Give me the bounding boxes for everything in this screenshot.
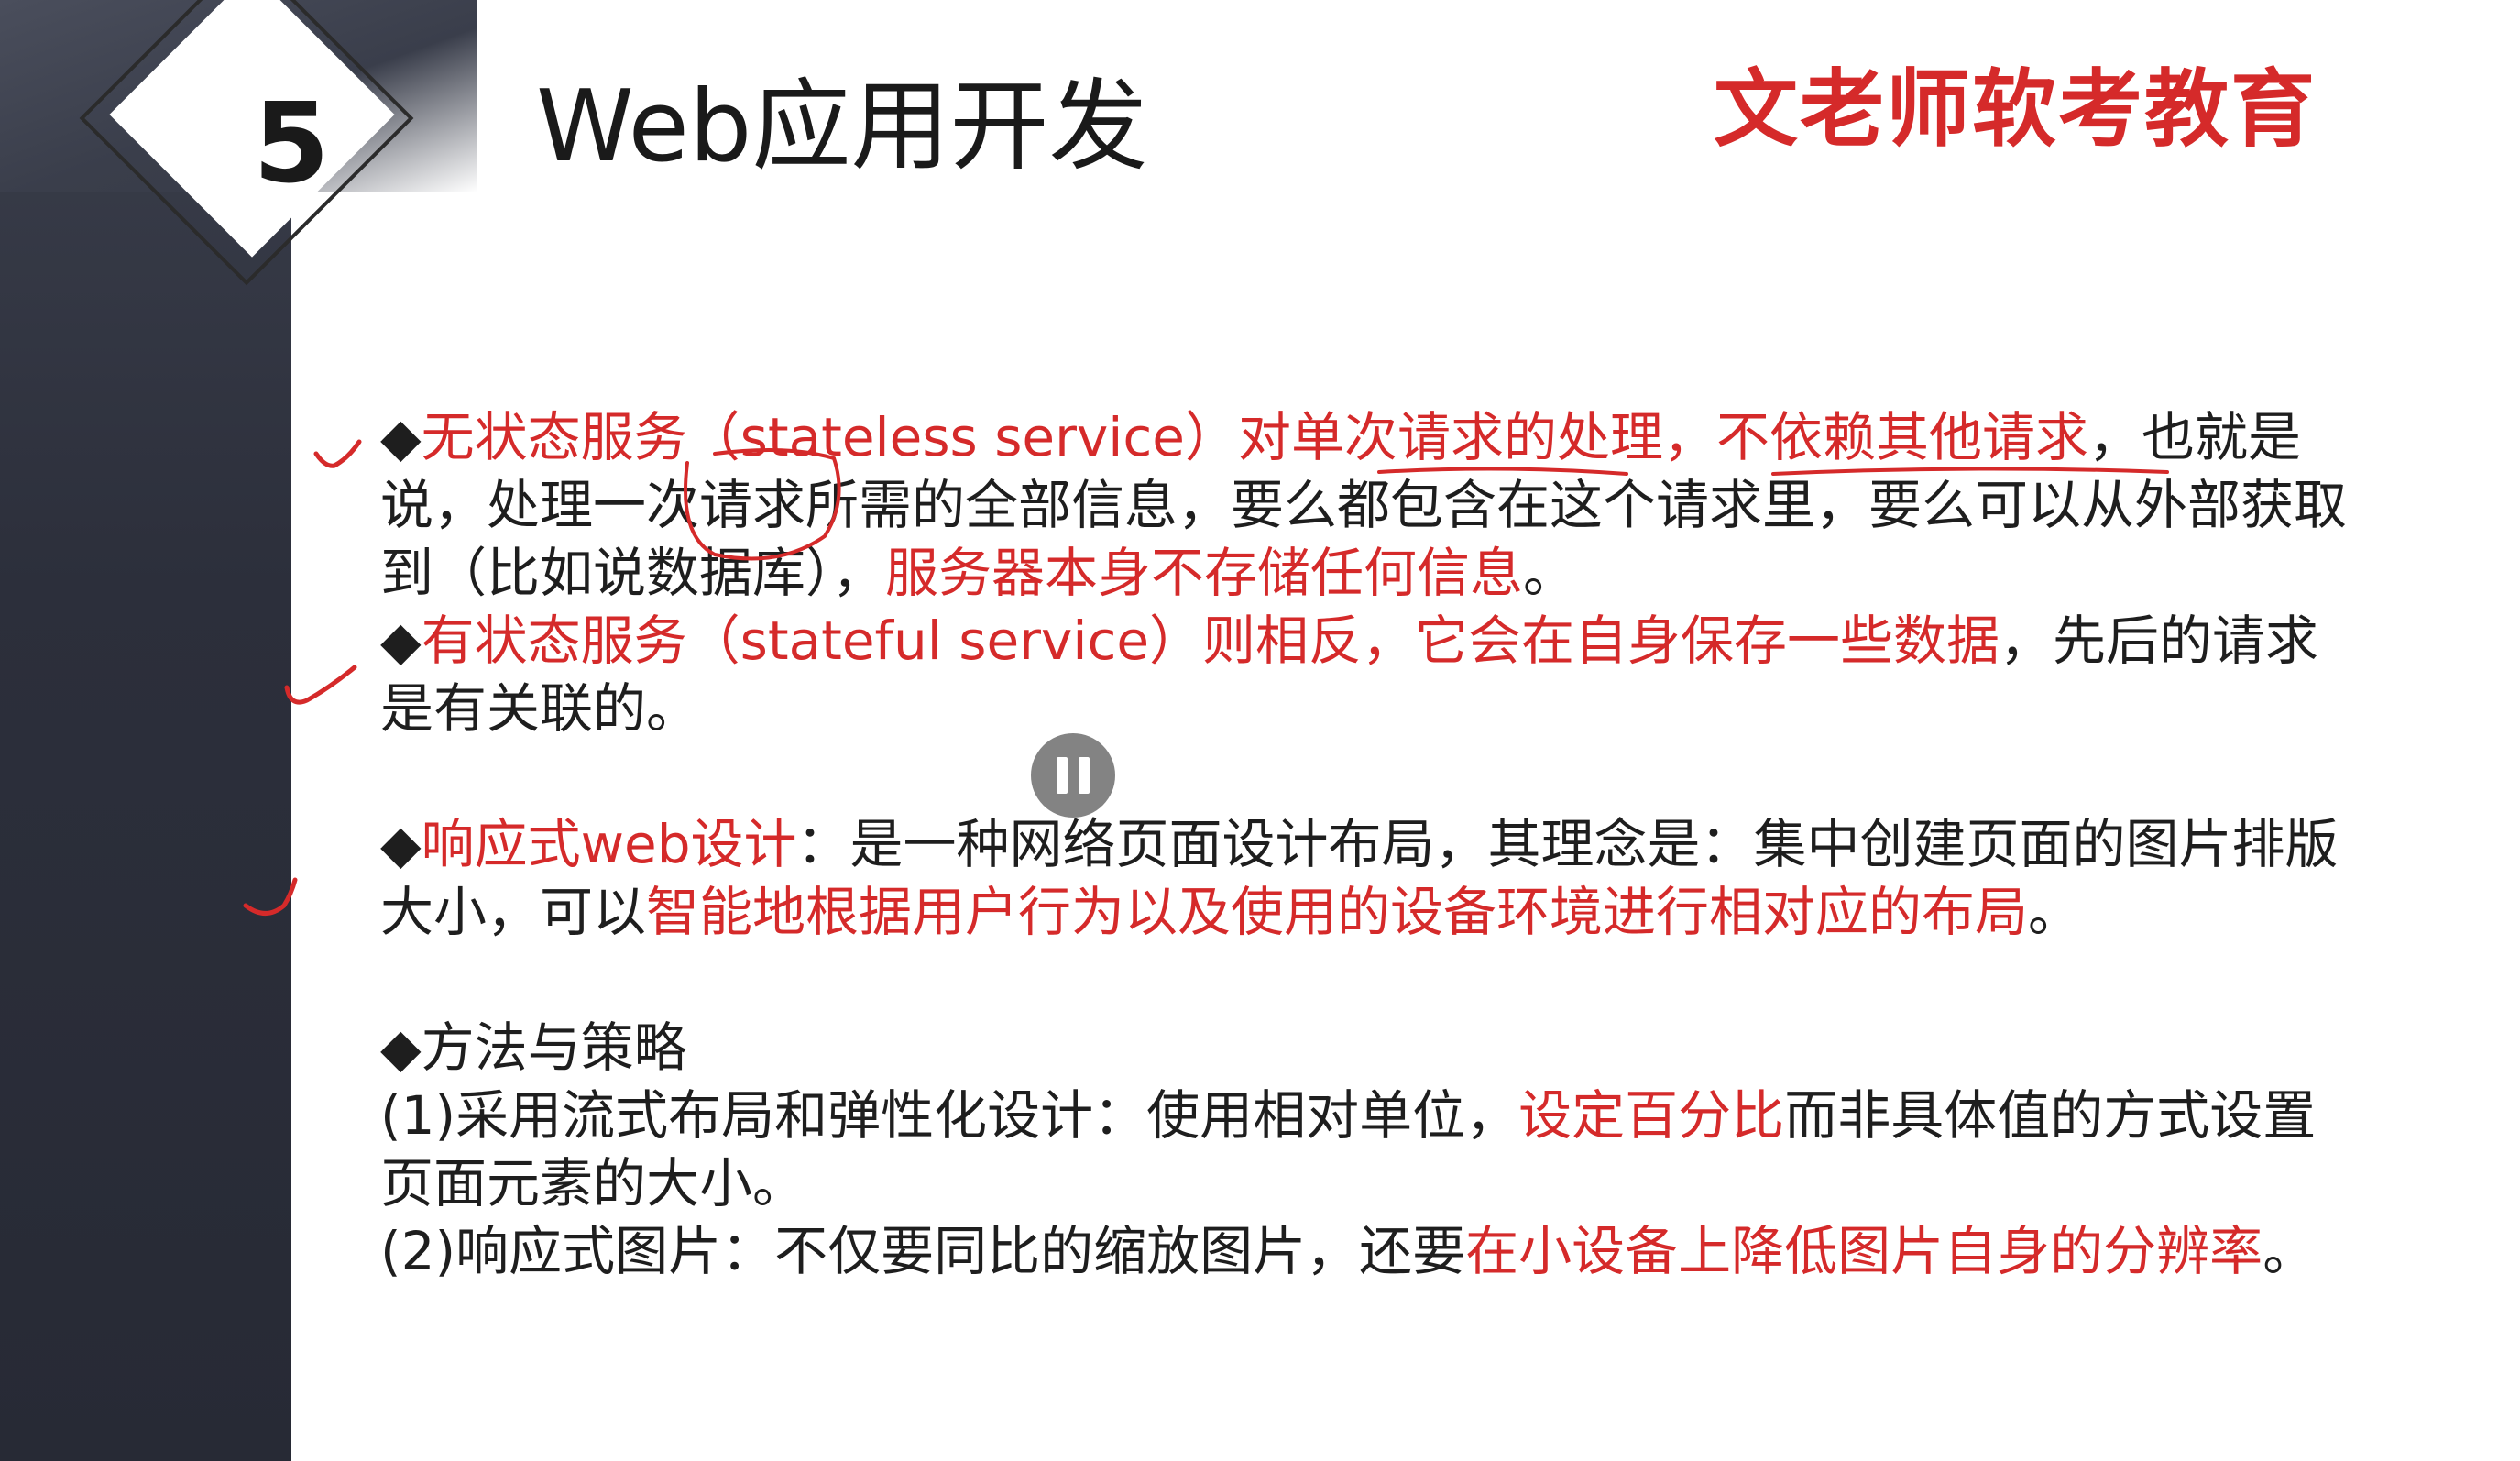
period: 。 bbox=[1523, 542, 1577, 604]
bullet: ◆ bbox=[380, 610, 422, 672]
stateless-definition: 无状态服务（stateless service）对单次请求的处理，不依赖其他请求 bbox=[421, 406, 2088, 468]
methods-heading: ◆方法与策略 bbox=[380, 1016, 687, 1079]
method-item-2: (2)响应式图片：不仅要同比的缩放图片，还要在小设备上降低图片自身的分辨率。 bbox=[380, 1217, 2350, 1285]
pause-icon bbox=[1057, 757, 1068, 794]
slide-content: ◆无状态服务（stateless service）对单次请求的处理，不依赖其他请… bbox=[380, 403, 2350, 1285]
paragraph-responsive: ◆响应式web设计：是一种网络页面设计布局，其理念是：集中创建页面的图片排版大小… bbox=[380, 810, 2350, 946]
bullet: ◆ bbox=[380, 813, 422, 875]
brand-name: 文老师软考教育 bbox=[1714, 60, 2317, 159]
check-mark-2 bbox=[284, 665, 357, 705]
slide-number: 5 bbox=[253, 81, 330, 208]
method-1-text: (1)采用流式布局和弹性化设计：使用相对单位， bbox=[380, 1084, 1519, 1147]
check-mark-1 bbox=[313, 439, 362, 468]
stateful-definition: 有状态服务（stateful service）则相反，它会在自身保存一些数据 bbox=[421, 610, 2000, 672]
method-2-key-point: 在小设备上降低图片自身的分辨率 bbox=[1465, 1220, 2263, 1282]
method-2-text: (2)响应式图片：不仅要同比的缩放图片，还要 bbox=[380, 1220, 1466, 1282]
slide-title: Web应用开发 bbox=[536, 70, 1148, 184]
method-item-1: (1)采用流式布局和弹性化设计：使用相对单位，设定百分比而非具体值的方式设置页面… bbox=[380, 1082, 2350, 1217]
pause-icon bbox=[1079, 757, 1090, 794]
paragraph-stateless: ◆无状态服务（stateless service）对单次请求的处理，不依赖其他请… bbox=[380, 403, 2350, 607]
responsive-key-point: 智能地根据用户行为以及使用的设备环境进行相对应的布局 bbox=[646, 881, 2029, 943]
responsive-term: 响应式web设计 bbox=[421, 813, 797, 875]
paragraph-stateful: ◆有状态服务（stateful service）则相反，它会在自身保存一些数据，… bbox=[380, 607, 2350, 742]
period: 。 bbox=[2028, 881, 2082, 943]
stateless-key-point: 服务器本身不存储任何信息 bbox=[885, 542, 1524, 604]
bullet: ◆ bbox=[380, 406, 422, 468]
method-1-key-point: 设定百分比 bbox=[1518, 1084, 1785, 1147]
period: 。 bbox=[2263, 1220, 2317, 1282]
pause-button[interactable] bbox=[1031, 733, 1115, 818]
